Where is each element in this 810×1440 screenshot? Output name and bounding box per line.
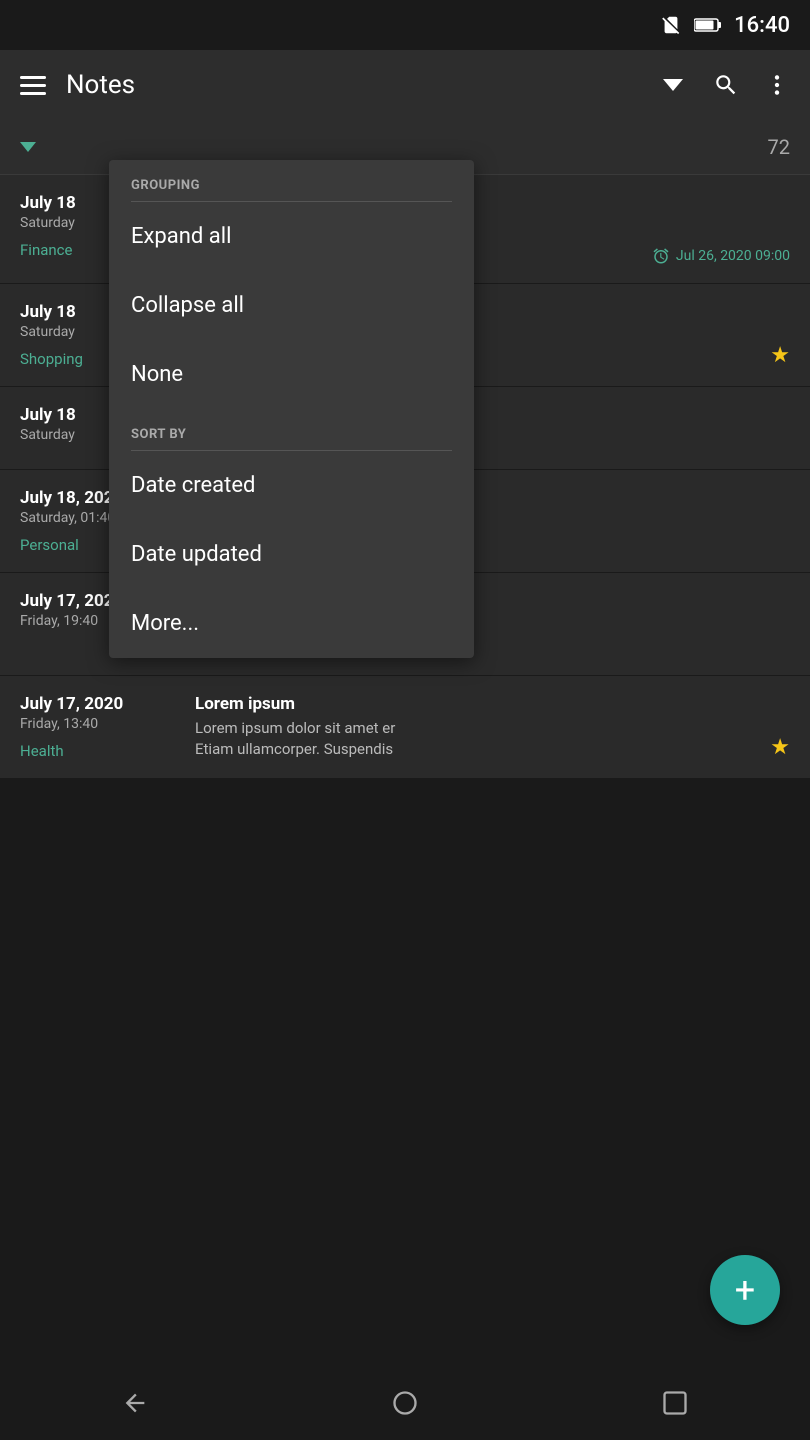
collapse-all-option[interactable]: Collapse all	[109, 271, 474, 340]
date-updated-option[interactable]: Date updated	[109, 520, 474, 589]
none-option[interactable]: None	[109, 340, 474, 409]
sort-by-section-label: SORT BY	[109, 409, 474, 450]
dropdown-overlay[interactable]: GROUPING Expand all Collapse all None SO…	[0, 0, 810, 1440]
more-option[interactable]: More...	[109, 589, 474, 658]
dropdown-menu: GROUPING Expand all Collapse all None SO…	[109, 160, 474, 658]
grouping-section-label: GROUPING	[109, 160, 474, 201]
date-created-option[interactable]: Date created	[109, 451, 474, 520]
expand-all-option[interactable]: Expand all	[109, 202, 474, 271]
